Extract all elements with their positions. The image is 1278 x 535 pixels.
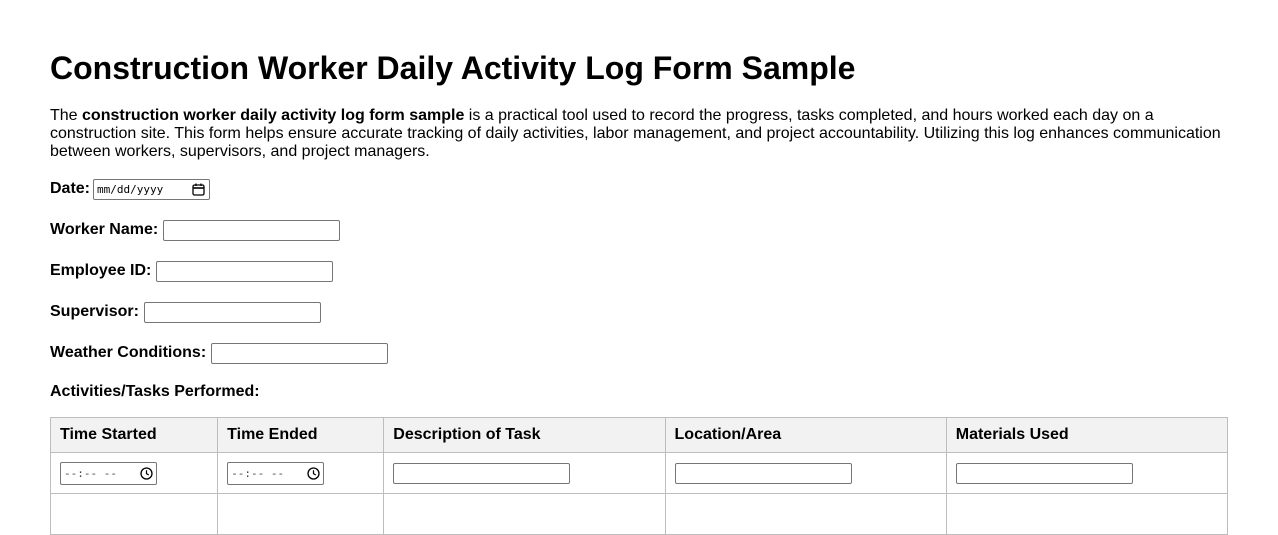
date-row: Date: mm/dd/yyyy	[50, 178, 211, 200]
time-ended-input[interactable]: --:-- --	[227, 461, 325, 485]
employee-id-label: Employee ID:	[50, 262, 152, 279]
date-input[interactable]: mm/dd/yyyy	[93, 178, 211, 200]
table-cell: --:-- --	[49, 452, 219, 494]
worker-name-row: Worker Name:	[50, 219, 341, 241]
col-time-started: Time Started	[49, 417, 219, 453]
location-input[interactable]	[674, 462, 852, 484]
table-cell	[383, 452, 666, 494]
employee-id-input[interactable]	[156, 260, 334, 282]
activities-heading: Activities/Tasks Performed:	[50, 383, 260, 400]
supervisor-row: Supervisor:	[50, 301, 321, 323]
col-materials: Materials Used	[945, 417, 1229, 453]
table-cell	[383, 493, 666, 535]
page-title: Construction Worker Daily Activity Log F…	[50, 50, 856, 86]
employee-id-row: Employee ID:	[50, 260, 334, 282]
supervisor-input[interactable]	[143, 301, 321, 323]
col-time-ended: Time Ended	[217, 417, 385, 453]
calendar-icon[interactable]	[192, 183, 205, 196]
supervisor-label: Supervisor:	[50, 303, 139, 320]
col-location: Location/Area	[664, 417, 947, 453]
table-cell	[664, 452, 947, 494]
table-row	[49, 493, 1229, 535]
date-label: Date:	[50, 180, 91, 197]
weather-input[interactable]	[211, 342, 389, 364]
worker-name-input[interactable]	[163, 219, 341, 241]
materials-input[interactable]	[955, 462, 1133, 484]
clock-icon[interactable]	[140, 466, 153, 480]
table-cell	[945, 493, 1229, 535]
intro-bold: construction worker daily activity log f…	[82, 107, 465, 124]
table-cell	[945, 452, 1229, 494]
col-description: Description of Task	[383, 417, 666, 453]
table-header-row: Time Started Time Ended Description of T…	[49, 417, 1229, 453]
clock-icon[interactable]	[307, 466, 320, 480]
table-row: --:-- -- --:-- --	[49, 452, 1229, 494]
weather-label: Weather Conditions:	[50, 344, 207, 361]
time-placeholder: --:-- --	[64, 466, 117, 480]
intro-paragraph: The construction worker daily activity l…	[50, 107, 1228, 161]
weather-row: Weather Conditions:	[50, 342, 389, 364]
worker-name-label: Worker Name:	[50, 221, 159, 238]
time-placeholder: --:-- --	[231, 466, 285, 480]
table-cell	[664, 493, 947, 535]
activities-table: Time Started Time Ended Description of T…	[49, 417, 1229, 535]
time-started-input[interactable]: --:-- --	[60, 461, 157, 485]
table-cell	[49, 493, 219, 535]
description-input[interactable]	[393, 462, 571, 484]
table-cell: --:-- --	[217, 452, 385, 494]
table-cell	[217, 493, 385, 535]
intro-lead: The	[50, 107, 83, 124]
date-placeholder: mm/dd/yyyy	[97, 182, 164, 196]
